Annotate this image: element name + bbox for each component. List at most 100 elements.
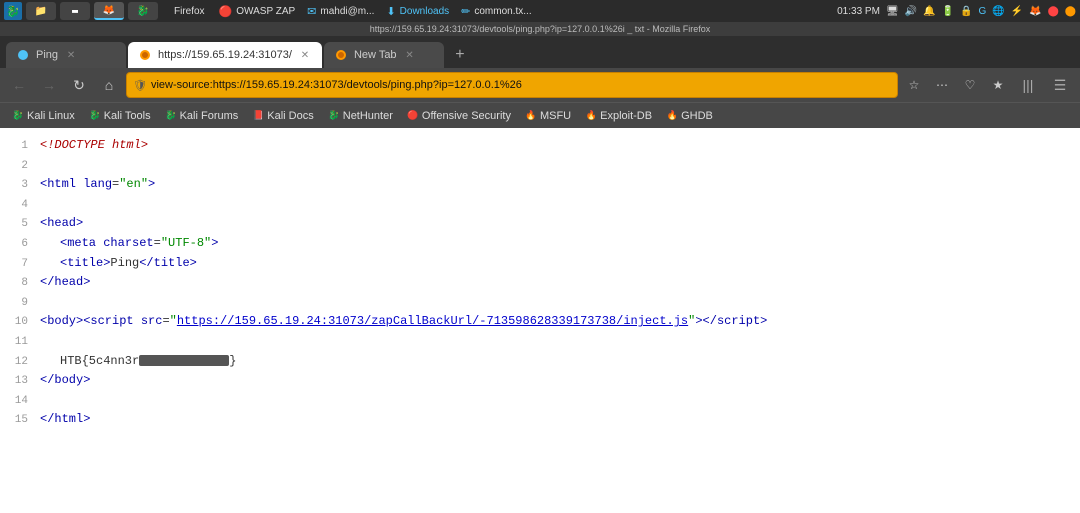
kali-tools-bookmark-icon: 🐉 bbox=[89, 110, 101, 122]
monitor-icon: 🖥 bbox=[886, 6, 899, 17]
source-line-10: 10 <body><script src="https://159.65.19.… bbox=[12, 312, 1068, 332]
taskbar-app-files[interactable]: 📁 bbox=[26, 2, 56, 20]
tab-ping-close[interactable]: ✕ bbox=[64, 48, 78, 62]
back-button[interactable]: ← bbox=[6, 72, 32, 98]
battery-icon: 🔋 bbox=[942, 6, 954, 17]
title-bar-text: https://159.65.19.24:31073/devtools/ping… bbox=[370, 24, 710, 34]
bookmark-kali-docs[interactable]: 📕 Kali Docs bbox=[246, 106, 319, 126]
zap-taskbar-icon: 🔴 bbox=[219, 5, 233, 18]
kali-linux-bookmark-icon: 🐉 bbox=[12, 110, 24, 122]
kali-forums-bookmark-icon: 🐉 bbox=[165, 110, 177, 122]
bookmarks-bar: 🐉 Kali Linux 🐉 Kali Tools 🐉 Kali Forums … bbox=[0, 102, 1080, 128]
exploit-db-bookmark-label: Exploit-DB bbox=[600, 110, 652, 122]
new-tab-button[interactable]: + bbox=[446, 42, 474, 68]
nethunter-bookmark-label: NetHunter bbox=[343, 110, 393, 122]
address-text: view-source:https://159.65.19.24:31073/d… bbox=[151, 79, 891, 91]
msfu-bookmark-icon: 🔥 bbox=[525, 110, 537, 122]
kali-forums-bookmark-label: Kali Forums bbox=[180, 110, 239, 122]
script-url-link[interactable]: https://159.65.19.24:31073/zapCallBackUr… bbox=[177, 314, 688, 328]
offsec-bookmark-icon: 🔴 bbox=[407, 110, 419, 122]
exploit-db-bookmark-icon: 🔥 bbox=[585, 110, 597, 122]
tab-newtab-favicon bbox=[334, 48, 348, 62]
source-line-2: 2 bbox=[12, 156, 1068, 176]
source-line-7: 7 <title>Ping</title> bbox=[12, 254, 1068, 274]
taskbar-app-terminal[interactable]: ▬ bbox=[60, 2, 90, 20]
bookmark-kali-tools[interactable]: 🐉 Kali Tools bbox=[83, 106, 157, 126]
bookmark-star-button[interactable]: ☆ bbox=[902, 73, 926, 97]
bookmark-msfu[interactable]: 🔥 MSFU bbox=[519, 106, 577, 126]
tab-newtab-label: New Tab bbox=[354, 49, 397, 61]
heart-button[interactable]: ♡ bbox=[958, 73, 982, 97]
htb-flag-prefix: HTB{5c4nn3r bbox=[60, 354, 139, 368]
vscode-icon: ⚡ bbox=[1011, 6, 1023, 17]
taskbar-app-firefox[interactable]: 🦊 bbox=[94, 2, 124, 20]
source-line-15: 15 </html> bbox=[12, 410, 1068, 430]
source-view: 1 <!DOCTYPE html> 2 3 <html lang="en"> 4… bbox=[0, 128, 1080, 448]
sidebar-toggle[interactable]: ||| bbox=[1014, 71, 1042, 99]
taskbar-downloads-label: Downloads bbox=[400, 6, 449, 17]
forward-button[interactable]: → bbox=[36, 72, 62, 98]
source-line-8: 8 </head> bbox=[12, 273, 1068, 293]
downloads-taskbar-icon: ⬇ bbox=[386, 5, 395, 18]
more-options-button[interactable]: ⋯ bbox=[930, 73, 954, 97]
kali-docs-bookmark-icon: 📕 bbox=[252, 110, 264, 122]
source-line-6: 6 <meta charset="UTF-8"> bbox=[12, 234, 1068, 254]
google-icon: G bbox=[978, 6, 986, 17]
address-bar-icon: 🛡 bbox=[133, 79, 147, 92]
bookmark-kali-linux[interactable]: 🐉 Kali Linux bbox=[6, 106, 81, 126]
tab-ping[interactable]: Ping ✕ bbox=[6, 42, 126, 68]
email-taskbar-icon: ✉ bbox=[307, 5, 316, 18]
tab-newtab[interactable]: New Tab ✕ bbox=[324, 42, 444, 68]
taskbar-app-kali2[interactable]: 🐉 bbox=[128, 2, 158, 20]
circle-red-icon: ⬤ bbox=[1048, 6, 1059, 17]
bookmark-nethunter[interactable]: 🐉 NetHunter bbox=[322, 106, 399, 126]
taskbar-firefox-label: Firefox bbox=[174, 6, 205, 17]
msfu-bookmark-label: MSFU bbox=[540, 110, 571, 122]
taskbar: 🐉 📁 ▬ 🦊 🐉 Firefox 🔴 OWASP ZAP ✉ mahdi@m.… bbox=[0, 0, 1080, 22]
tab-ping-favicon bbox=[16, 48, 30, 62]
bookmark-ghdb[interactable]: 🔥 GHDB bbox=[660, 106, 719, 126]
taskbar-common-label: common.tx... bbox=[474, 6, 531, 17]
nethunter-bookmark-icon: 🐉 bbox=[328, 110, 340, 122]
star-button[interactable]: ★ bbox=[986, 73, 1010, 97]
tab-source-label: https://159.65.19.24:31073/ bbox=[158, 49, 292, 61]
nav-bar: ← → ↻ ⌂ 🛡 view-source:https://159.65.19.… bbox=[0, 68, 1080, 102]
ghdb-bookmark-icon: 🔥 bbox=[666, 110, 678, 122]
kali-docs-bookmark-label: Kali Docs bbox=[267, 110, 313, 122]
tab-newtab-close[interactable]: ✕ bbox=[403, 48, 417, 62]
tab-bar: Ping ✕ https://159.65.19.24:31073/ ✕ New… bbox=[0, 36, 1080, 68]
tab-source-close[interactable]: ✕ bbox=[298, 48, 312, 62]
bookmark-kali-forums[interactable]: 🐉 Kali Forums bbox=[159, 106, 245, 126]
offsec-bookmark-label: Offensive Security bbox=[422, 110, 511, 122]
kali-menu-icon[interactable]: 🐉 bbox=[4, 2, 22, 20]
source-line-9: 9 bbox=[12, 293, 1068, 313]
source-line-1: 1 <!DOCTYPE html> bbox=[12, 136, 1068, 156]
source-line-5: 5 <head> bbox=[12, 214, 1068, 234]
source-line-3: 3 <html lang="en"> bbox=[12, 175, 1068, 195]
address-bar[interactable]: 🛡 view-source:https://159.65.19.24:31073… bbox=[126, 72, 898, 98]
firefox-taskbar-icon: 🦊 bbox=[103, 5, 115, 16]
menu-button[interactable]: ☰ bbox=[1046, 71, 1074, 99]
taskbar-email-label: mahdi@m... bbox=[320, 6, 374, 17]
vscode-taskbar-icon: ✏ bbox=[461, 5, 470, 18]
taskbar-zap-label: OWASP ZAP bbox=[236, 6, 295, 17]
speaker-icon: 🔊 bbox=[905, 6, 917, 17]
tab-source-favicon bbox=[138, 48, 152, 62]
taskbar-time: 01:33 PM bbox=[837, 6, 880, 17]
lock-icon: 🔒 bbox=[960, 6, 972, 17]
source-line-14: 14 bbox=[12, 391, 1068, 411]
refresh-button[interactable]: ↻ bbox=[66, 72, 92, 98]
source-line-12: 12 HTB{5c4nn3r} bbox=[12, 352, 1068, 372]
kali-tools-bookmark-label: Kali Tools bbox=[104, 110, 151, 122]
tab-source[interactable]: https://159.65.19.24:31073/ ✕ bbox=[128, 42, 322, 68]
ghdb-bookmark-label: GHDB bbox=[681, 110, 713, 122]
source-line-11: 11 bbox=[12, 332, 1068, 352]
firefox-sys-icon: 🦊 bbox=[1029, 6, 1041, 17]
bookmark-exploit-db[interactable]: 🔥 Exploit-DB bbox=[579, 106, 658, 126]
htb-flag-redacted bbox=[139, 355, 229, 366]
bell-icon: 🔔 bbox=[923, 6, 935, 17]
tab-ping-label: Ping bbox=[36, 49, 58, 61]
home-button[interactable]: ⌂ bbox=[96, 72, 122, 98]
bookmark-offensive-security[interactable]: 🔴 Offensive Security bbox=[401, 106, 517, 126]
title-bar: https://159.65.19.24:31073/devtools/ping… bbox=[0, 22, 1080, 36]
